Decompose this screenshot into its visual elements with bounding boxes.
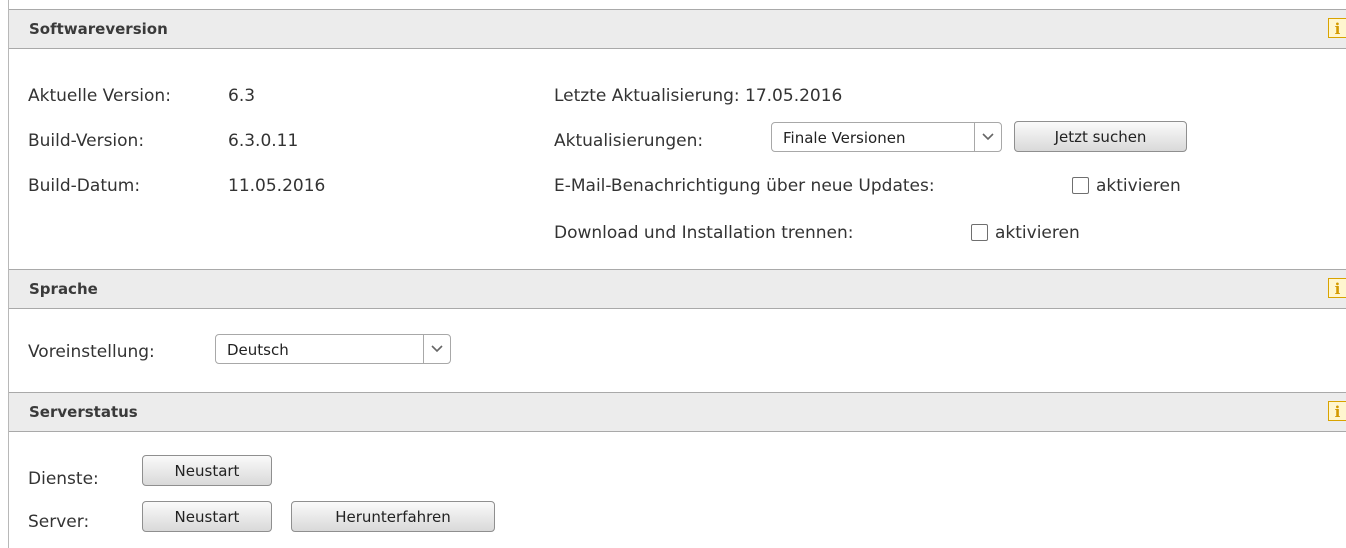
email-notification-checkbox-label[interactable]: aktivieren xyxy=(1096,176,1181,196)
language-select[interactable]: Deutsch xyxy=(215,334,451,364)
download-separate-checkbox[interactable] xyxy=(971,224,988,241)
server-shutdown-button[interactable]: Herunterfahren xyxy=(291,501,495,532)
services-restart-button[interactable]: Neustart xyxy=(142,455,272,486)
download-separate-checkbox-label[interactable]: aktivieren xyxy=(995,223,1080,243)
search-updates-button[interactable]: Jetzt suchen xyxy=(1014,121,1187,152)
section-header-sprache: Sprache i xyxy=(9,269,1346,309)
build-version-value: 6.3.0.11 xyxy=(228,131,299,151)
updates-label: Aktualisierungen: xyxy=(554,131,704,151)
info-icon[interactable]: i xyxy=(1328,18,1346,38)
server-restart-button[interactable]: Neustart xyxy=(142,501,272,532)
chevron-down-icon[interactable] xyxy=(974,123,1001,151)
info-icon[interactable]: i xyxy=(1328,278,1346,298)
last-update-text: Letzte Aktualisierung: 17.05.2016 xyxy=(554,86,843,106)
updates-select[interactable]: Finale Versionen xyxy=(771,122,1002,152)
chevron-down-icon[interactable] xyxy=(423,335,450,363)
language-default-label: Voreinstellung: xyxy=(28,342,155,362)
section-title: Sprache xyxy=(29,280,98,298)
section-header-softwareversion: Softwareversion i xyxy=(9,9,1346,49)
services-label: Dienste: xyxy=(28,469,99,489)
email-notification-label: E-Mail-Benachrichtigung über neue Update… xyxy=(554,176,935,196)
email-notification-checkbox[interactable] xyxy=(1072,177,1089,194)
build-date-value: 11.05.2016 xyxy=(228,176,326,196)
build-version-label: Build-Version: xyxy=(28,131,145,151)
current-version-label: Aktuelle Version: xyxy=(28,86,171,106)
updates-select-value: Finale Versionen xyxy=(783,129,906,147)
download-separate-label: Download und Installation trennen: xyxy=(554,223,854,243)
info-icon[interactable]: i xyxy=(1328,401,1346,421)
server-label: Server: xyxy=(28,512,90,532)
section-header-serverstatus: Serverstatus i xyxy=(9,392,1346,432)
section-title: Softwareversion xyxy=(29,20,168,38)
build-date-label: Build-Datum: xyxy=(28,176,141,196)
language-select-value: Deutsch xyxy=(227,341,289,359)
current-version-value: 6.3 xyxy=(228,86,256,106)
section-title: Serverstatus xyxy=(29,403,138,421)
